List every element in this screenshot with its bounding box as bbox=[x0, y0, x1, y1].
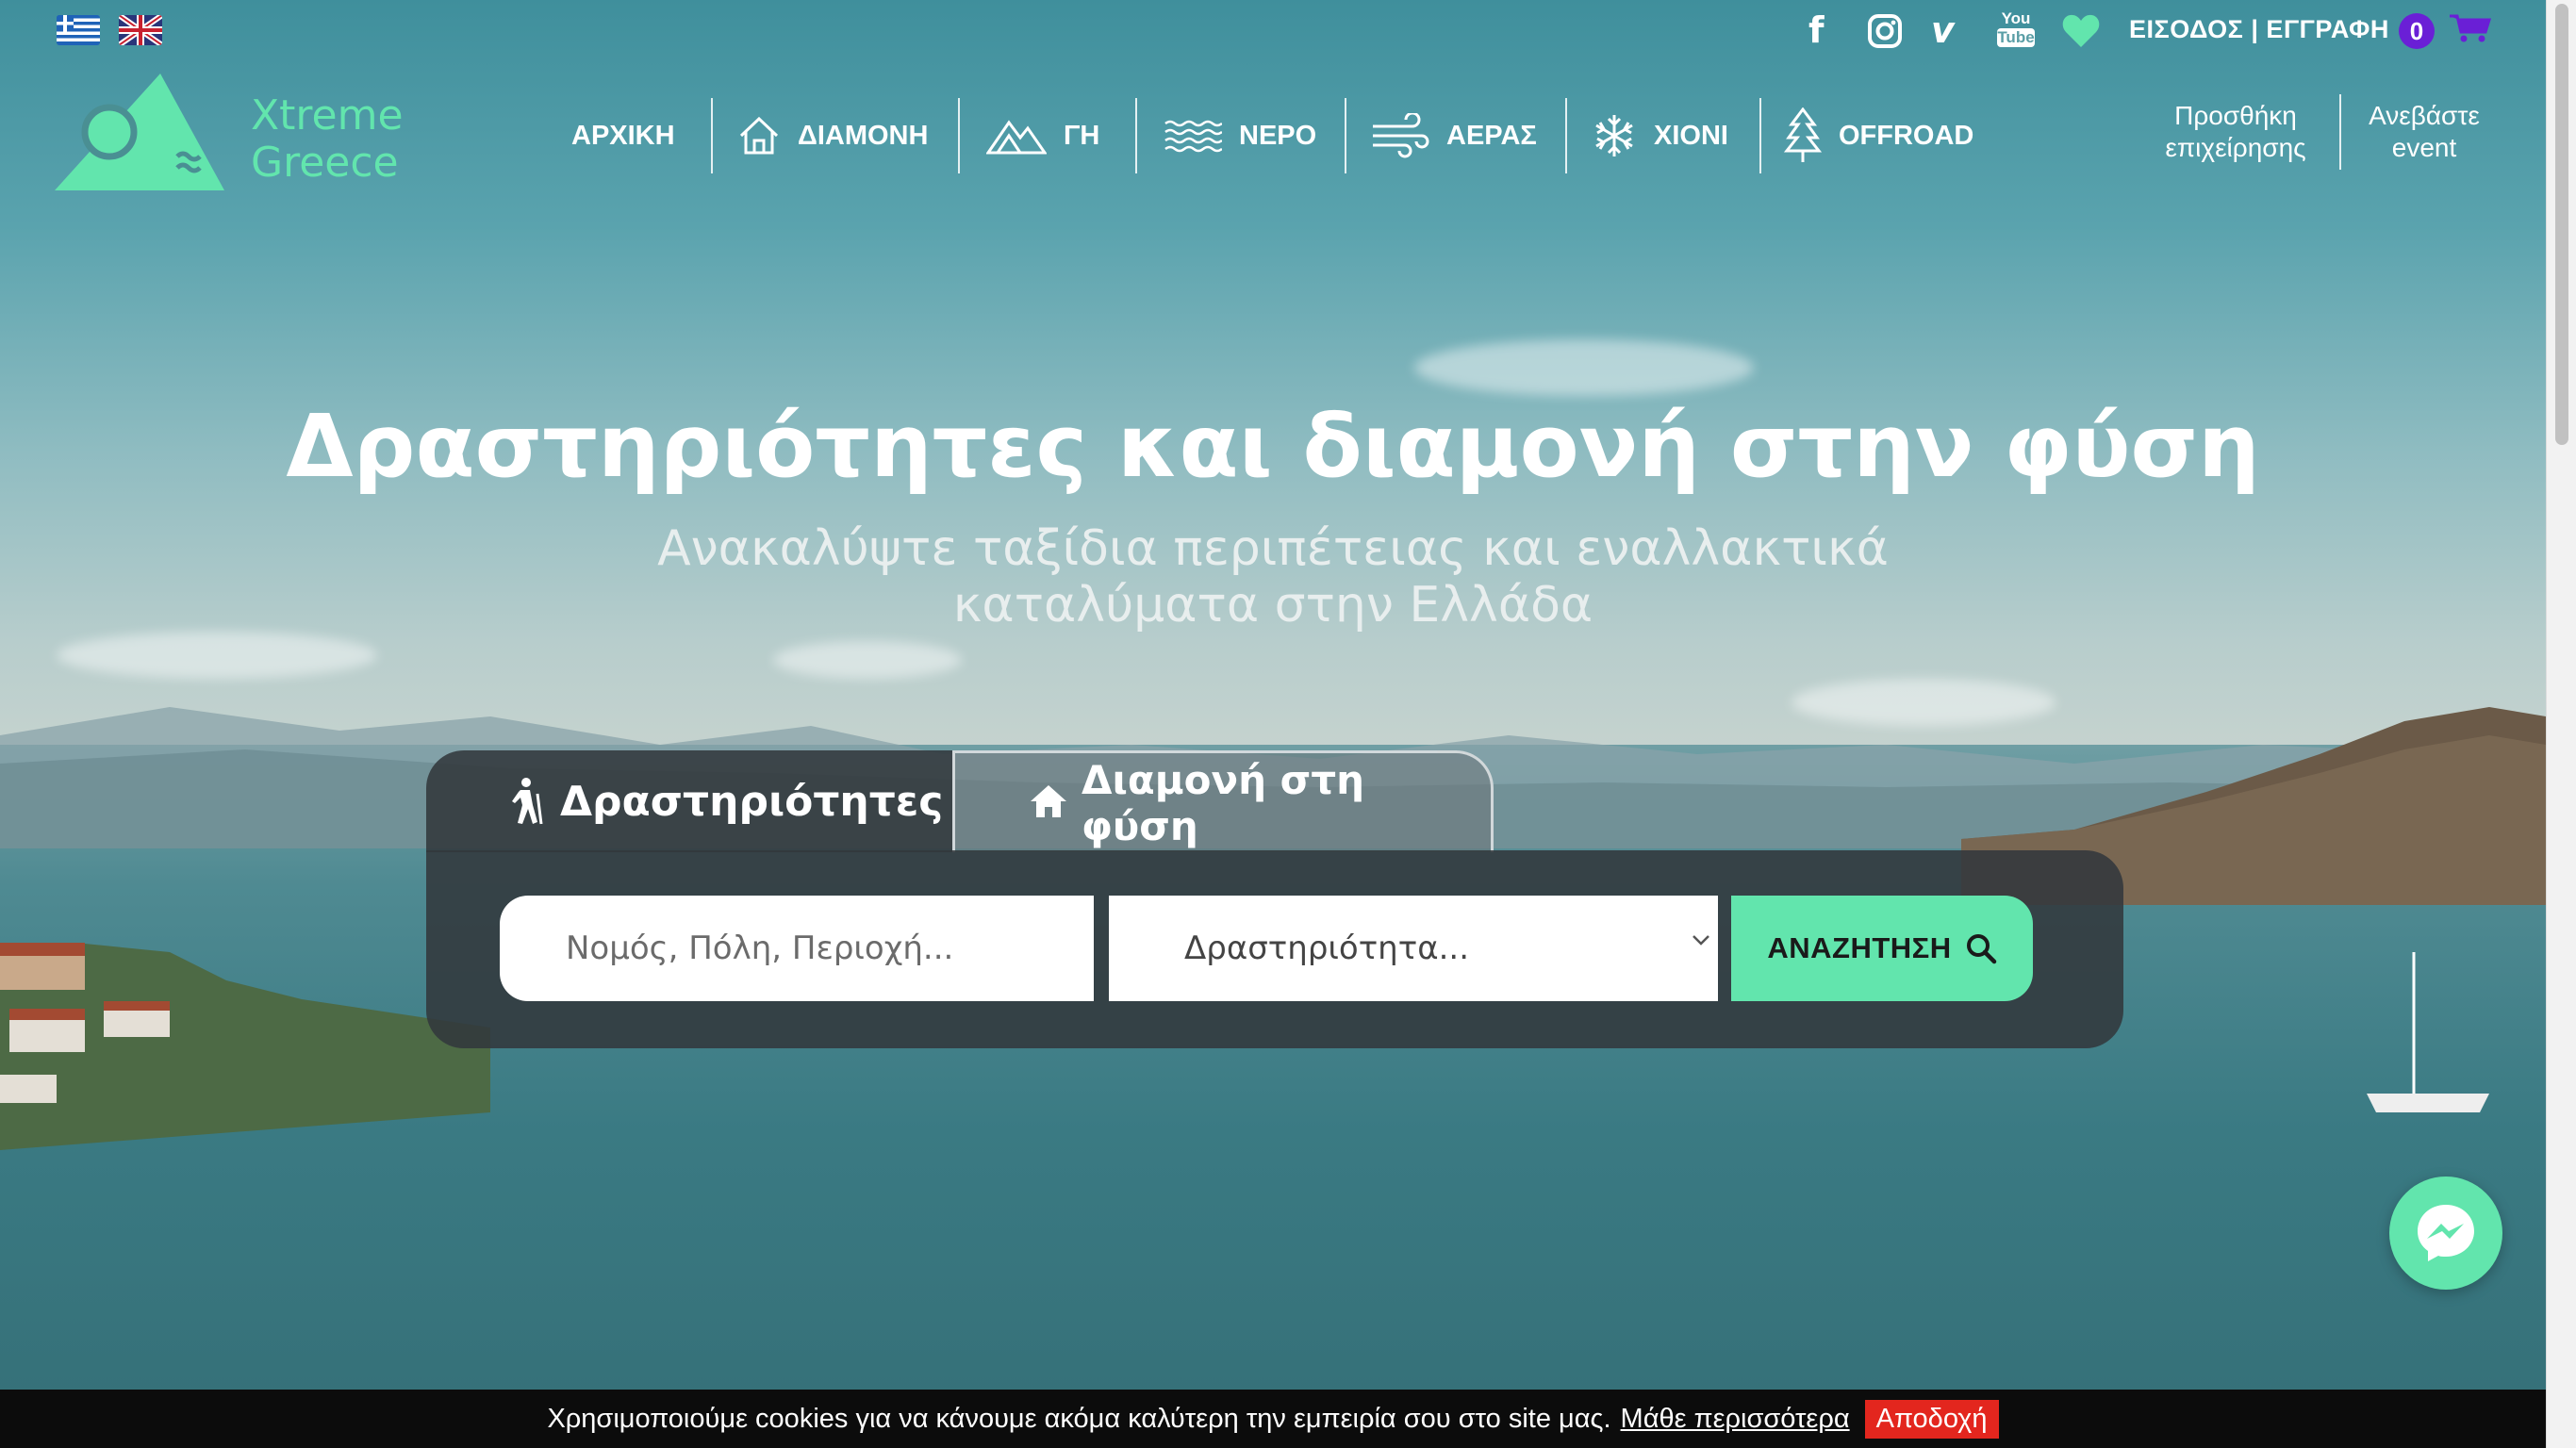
chevron-down-icon bbox=[1693, 935, 1709, 946]
search-button[interactable]: ΑΝΑΖΗΤΗΣΗ bbox=[1731, 896, 2033, 1001]
mountain-icon bbox=[986, 120, 1047, 155]
nav-divider bbox=[958, 98, 960, 173]
youtube-icon-top: You bbox=[2001, 9, 2031, 27]
hero-title: Δραστηριότητες και διαμονή στην φύση bbox=[286, 396, 2260, 497]
vimeo-icon[interactable]: v bbox=[1931, 11, 1955, 49]
nav-item-land[interactable]: ΓΗ bbox=[986, 98, 1099, 173]
cookie-learn-more-link[interactable]: Μάθε περισσότερα bbox=[1621, 1404, 1850, 1435]
login-register-link[interactable]: ΕΙΣΟΔΟΣ | ΕΓΓΡΑΦΗ bbox=[2129, 15, 2389, 44]
logo-line2: Greece bbox=[251, 139, 399, 187]
left-village-shore bbox=[0, 943, 490, 1150]
nav-item-home[interactable]: ΑΡΧΙΚΗ bbox=[571, 98, 675, 173]
nav-label: ΔΙΑΜΟΝΗ bbox=[798, 120, 929, 151]
tab-label: Διαμονή στη φύση bbox=[1082, 756, 1365, 849]
upload-event-link[interactable]: Ανεβάστε event bbox=[2357, 100, 2491, 164]
nav-item-snow[interactable]: ΧΙΟΝΙ bbox=[1592, 98, 1728, 173]
top-bar: f v You Tube ΕΙΣΟΔΟΣ | ΕΓΓΡΑΦΗ 0 bbox=[0, 0, 2546, 60]
nav-label: ΧΙΟΝΙ bbox=[1654, 120, 1728, 151]
instagram-icon[interactable] bbox=[1867, 13, 1903, 57]
upload-event-line2: event bbox=[2391, 133, 2457, 162]
nav-item-air[interactable]: ΑΕΡΑΣ bbox=[1371, 98, 1537, 173]
site-logo[interactable]: Xtreme Greece bbox=[55, 74, 413, 196]
wind-icon bbox=[1373, 113, 1429, 158]
hiker-icon bbox=[512, 778, 543, 825]
tab-label: Δραστηριότητες bbox=[560, 777, 944, 826]
add-business-line1: Προσθήκη bbox=[2174, 101, 2297, 130]
facebook-icon[interactable]: f bbox=[1808, 11, 1825, 49]
activity-select-value: Δραστηριότητα... bbox=[1184, 930, 1470, 967]
greek-flag-icon[interactable] bbox=[57, 15, 100, 45]
nav-divider bbox=[1345, 98, 1346, 173]
nav-label: ΝΕΡΟ bbox=[1239, 120, 1317, 151]
nav-divider bbox=[711, 98, 713, 173]
messenger-icon bbox=[2418, 1205, 2474, 1261]
nav-label: OFFROAD bbox=[1839, 120, 1974, 151]
cookie-accept-button[interactable]: Αποδοχή bbox=[1864, 1399, 1999, 1439]
hero-subtitle: Ανακαλύψτε ταξίδια περιπέτειας και εναλλ… bbox=[657, 520, 1889, 634]
wishlist-heart-icon[interactable] bbox=[2061, 13, 2101, 57]
tab-nature-stay[interactable]: Διαμονή στη φύση bbox=[952, 750, 1494, 852]
messenger-chat-button[interactable] bbox=[2389, 1176, 2502, 1290]
cart-count-badge[interactable]: 0 bbox=[2399, 13, 2435, 49]
home-icon bbox=[1031, 785, 1066, 817]
search-button-label: ΑΝΑΖΗΤΗΣΗ bbox=[1767, 931, 1952, 964]
nav-divider bbox=[1759, 98, 1761, 173]
logo-text: Xtreme Greece bbox=[251, 92, 404, 187]
cart-icon[interactable] bbox=[2450, 13, 2492, 51]
logo-mountain-icon bbox=[55, 74, 224, 190]
nav-label: ΑΡΧΙΚΗ bbox=[571, 120, 675, 151]
search-icon bbox=[1966, 934, 1996, 964]
nav-divider bbox=[1565, 98, 1567, 173]
add-business-link[interactable]: Προσθήκη επιχείρησης bbox=[2155, 100, 2316, 164]
tab-activities[interactable]: Δραστηριότητες bbox=[426, 750, 952, 852]
nav-divider bbox=[2339, 94, 2341, 170]
youtube-icon-bottom: Tube bbox=[1997, 28, 2035, 47]
youtube-icon[interactable]: You Tube bbox=[1997, 9, 2035, 47]
nav-item-offroad[interactable]: OFFROAD bbox=[1784, 98, 1973, 173]
waves-icon bbox=[1164, 120, 1222, 153]
nav-label: ΓΗ bbox=[1064, 120, 1100, 151]
cloud bbox=[1414, 339, 1754, 396]
cookie-text: Χρησιμοποιούμε cookies για να κάνουμε ακ… bbox=[547, 1403, 1611, 1434]
nav-item-water[interactable]: ΝΕΡΟ bbox=[1164, 98, 1316, 173]
uk-flag-icon[interactable] bbox=[119, 15, 162, 45]
upload-event-line1: Ανεβάστε bbox=[2369, 101, 2480, 130]
activity-select[interactable]: Δραστηριότητα... bbox=[1109, 896, 1718, 1001]
sailboat bbox=[2367, 952, 2489, 1112]
hero-background-image bbox=[0, 0, 2576, 1448]
page-scrollbar[interactable] bbox=[2546, 0, 2576, 1448]
scrollbar-thumb[interactable] bbox=[2555, 4, 2568, 445]
cloud bbox=[773, 641, 962, 679]
cookie-consent-bar: Χρησιμοποιούμε cookies για να κάνουμε ακ… bbox=[0, 1390, 2546, 1448]
snowflake-icon bbox=[1595, 115, 1633, 156]
nav-divider bbox=[1135, 98, 1137, 173]
nav-label: ΑΕΡΑΣ bbox=[1446, 120, 1537, 151]
house-icon bbox=[739, 116, 779, 155]
logo-line1: Xtreme bbox=[251, 91, 404, 140]
cloud bbox=[57, 632, 377, 679]
nav-item-accommodation[interactable]: ΔΙΑΜΟΝΗ bbox=[737, 98, 928, 173]
location-search-input[interactable] bbox=[500, 896, 1094, 1001]
add-business-line2: επιχείρησης bbox=[2165, 133, 2306, 162]
tree-icon bbox=[1784, 107, 1822, 162]
